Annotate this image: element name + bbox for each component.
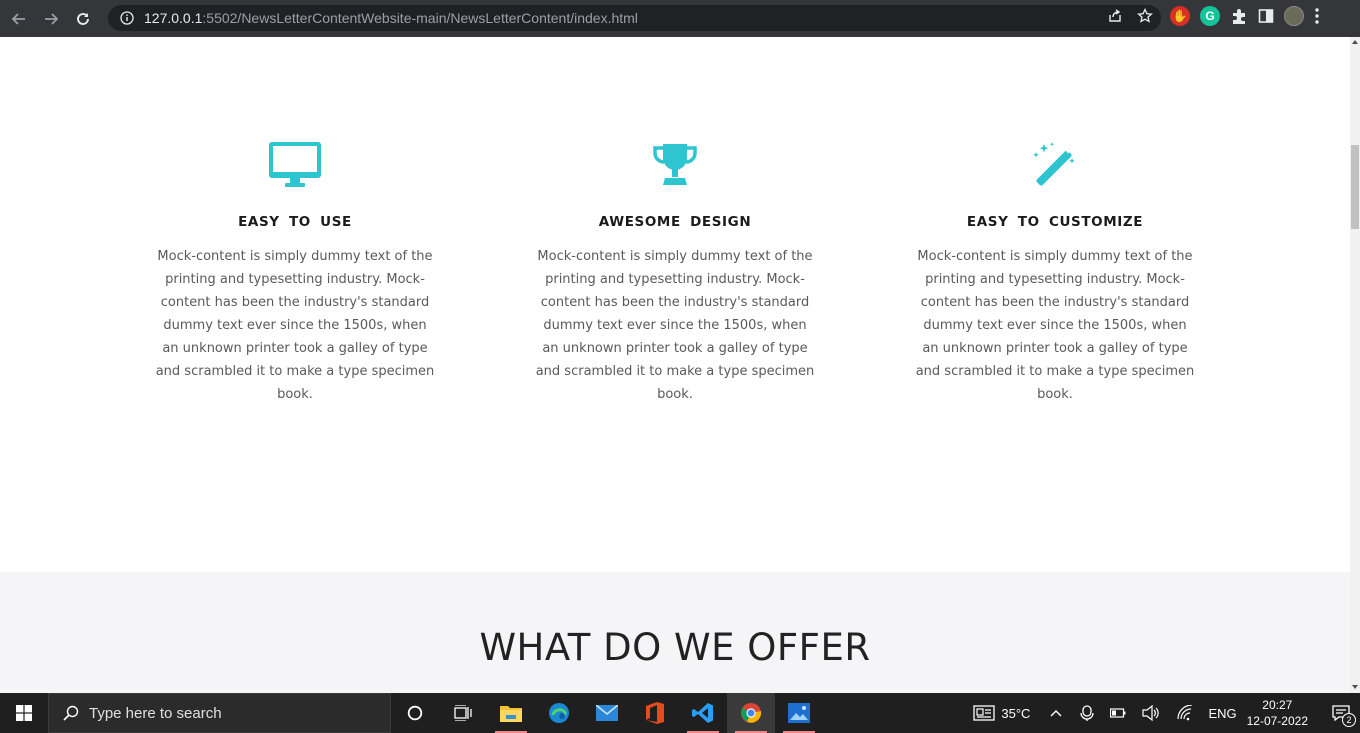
weather-temperature[interactable]: 35°C: [1001, 706, 1030, 721]
offer-section: WHAT DO WE OFFER: [0, 572, 1350, 693]
monitor-icon: [269, 142, 321, 187]
notification-center-button[interactable]: 2: [1322, 693, 1360, 733]
page-viewport: EASY TO USE Mock-content is simply dummy…: [0, 37, 1350, 693]
photos-icon: [788, 703, 810, 723]
feature-text: Mock-content is simply dummy text of the…: [155, 249, 435, 402]
arrow-left-icon: [11, 12, 25, 25]
feature-text: Mock-content is simply dummy text of the…: [535, 249, 815, 402]
feature-card-easy-to-use: EASY TO USE Mock-content is simply dummy…: [150, 142, 440, 406]
puzzle-extensions-icon[interactable]: [1230, 7, 1248, 25]
arrow-right-icon: [45, 12, 59, 25]
offer-heading: WHAT DO WE OFFER: [479, 626, 871, 669]
chrome-button[interactable]: [727, 693, 775, 733]
photos-button[interactable]: [775, 693, 823, 733]
clock-date: 12-07-2022: [1246, 714, 1308, 728]
weather-news-icon[interactable]: [973, 705, 996, 721]
mail-icon: [596, 705, 618, 721]
file-explorer-button[interactable]: [487, 693, 535, 733]
wifi-icon[interactable]: [1176, 705, 1194, 721]
feature-title: EASY TO CUSTOMIZE: [966, 214, 1144, 230]
back-button[interactable]: [6, 6, 32, 32]
search-icon: [63, 705, 79, 721]
task-view-button[interactable]: [439, 693, 487, 733]
vscode-button[interactable]: [679, 693, 727, 733]
url-text[interactable]: 127.0.0.1:5502/NewsLetterContentWebsite-…: [144, 10, 638, 26]
features-section: EASY TO USE Mock-content is simply dummy…: [0, 37, 1350, 572]
clock-time: 20:27: [1262, 698, 1293, 712]
vscode-icon: [692, 703, 713, 723]
scrollbar-thumb[interactable]: [1351, 145, 1359, 229]
magic-wand-icon: [1033, 142, 1075, 186]
side-panel-icon[interactable]: [1258, 8, 1274, 24]
office-button[interactable]: [631, 693, 679, 733]
hand-extension-icon[interactable]: ✋: [1170, 6, 1190, 26]
site-info-icon[interactable]: [120, 11, 134, 25]
address-bar[interactable]: 127.0.0.1:5502/NewsLetterContentWebsite-…: [108, 5, 1161, 31]
scroll-up-arrow-icon[interactable]: [1352, 40, 1358, 44]
chrome-icon: [741, 703, 762, 723]
windows-logo-icon: [16, 705, 32, 721]
feature-title: EASY TO USE: [238, 214, 352, 230]
browser-toolbar: 127.0.0.1:5502/NewsLetterContentWebsite-…: [0, 0, 1360, 37]
clock[interactable]: 20:27 12-07-2022: [1247, 697, 1308, 729]
grammarly-extension-icon[interactable]: G: [1200, 6, 1220, 26]
reload-icon: [77, 12, 89, 25]
feature-card-awesome-design: AWESOME DESIGN Mock-content is simply du…: [530, 142, 820, 406]
office-icon: [646, 702, 664, 724]
feature-title: AWESOME DESIGN: [598, 214, 752, 230]
page-scrollbar[interactable]: [1350, 37, 1360, 693]
taskbar: Type here to search 35°C ENG 20:27 12-07…: [0, 693, 1360, 733]
feature-card-easy-to-customize: EASY TO CUSTOMIZE Mock-content is simply…: [910, 142, 1200, 406]
folder-icon: [500, 706, 522, 722]
url-path: :5502/NewsLetterContentWebsite-main/News…: [202, 10, 638, 26]
url-host: 127.0.0.1: [144, 10, 203, 26]
volume-icon[interactable]: [1142, 705, 1160, 721]
start-button[interactable]: [0, 693, 48, 733]
battery-icon[interactable]: [1110, 708, 1126, 718]
reload-button[interactable]: [70, 6, 96, 32]
system-tray: 35°C ENG 20:27 12-07-2022 2: [973, 693, 1360, 733]
notification-count-badge: 2: [1342, 713, 1356, 727]
feature-text: Mock-content is simply dummy text of the…: [915, 249, 1195, 402]
bookmark-star-icon[interactable]: [1137, 8, 1153, 24]
scroll-down-arrow-icon[interactable]: [1352, 685, 1358, 689]
taskbar-search-box[interactable]: Type here to search: [48, 693, 391, 733]
language-indicator[interactable]: ENG: [1208, 706, 1236, 721]
chevron-up-icon[interactable]: [1050, 709, 1062, 717]
mail-button[interactable]: [583, 693, 631, 733]
trophy-icon: [653, 144, 697, 185]
cortana-circle-icon: [407, 705, 423, 721]
search-placeholder: Type here to search: [89, 704, 222, 722]
more-menu-icon[interactable]: [1314, 7, 1320, 25]
forward-button[interactable]: [38, 6, 64, 32]
edge-browser-button[interactable]: [535, 693, 583, 733]
task-view-icon: [454, 705, 472, 721]
edge-icon: [549, 703, 569, 723]
profile-avatar[interactable]: [1284, 6, 1304, 26]
meet-now-icon[interactable]: [1080, 705, 1095, 721]
cortana-button[interactable]: [391, 693, 439, 733]
share-icon[interactable]: [1107, 8, 1123, 24]
